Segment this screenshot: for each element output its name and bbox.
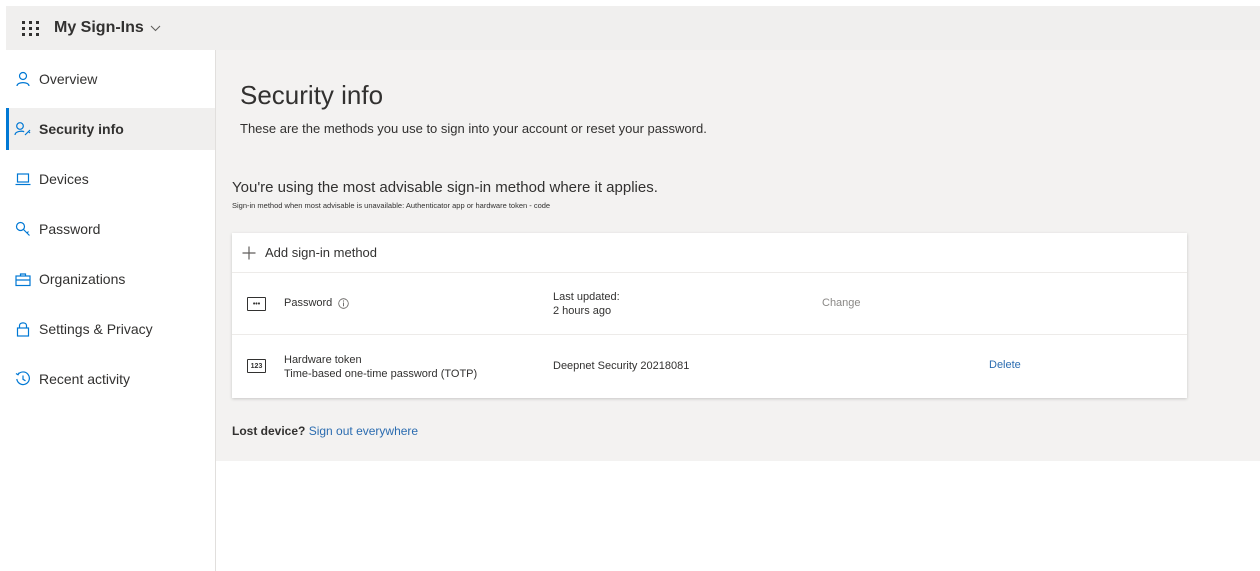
change-password-button[interactable]: Change bbox=[822, 297, 861, 309]
briefcase-icon bbox=[14, 270, 32, 288]
method-name-text: Password bbox=[284, 297, 333, 309]
last-updated-value: 2 hours ago bbox=[553, 305, 612, 317]
sidebar-item-label: Devices bbox=[39, 171, 89, 187]
person-icon bbox=[14, 70, 32, 88]
history-icon bbox=[14, 370, 32, 388]
method-subtitle: Time-based one-time password (TOTP) bbox=[284, 368, 478, 380]
page-subtitle: These are the methods you use to sign in… bbox=[240, 121, 707, 136]
sidebar-item-devices[interactable]: Devices bbox=[6, 158, 215, 200]
add-sign-in-method-button[interactable]: Add sign-in method bbox=[232, 233, 1187, 273]
lost-device-question: Lost device? bbox=[232, 424, 306, 438]
person-key-icon bbox=[14, 120, 32, 138]
methods-card: Add sign-in method ••• Password Last upd… bbox=[232, 233, 1187, 398]
delete-method-button[interactable]: Delete bbox=[989, 359, 1021, 371]
top-bar: My Sign-Ins bbox=[6, 6, 1260, 50]
sidebar-item-overview[interactable]: Overview bbox=[6, 58, 215, 100]
password-dots-icon: ••• bbox=[247, 297, 266, 311]
sidebar-item-label: Recent activity bbox=[39, 371, 131, 387]
sidebar-item-label: Organizations bbox=[39, 271, 126, 287]
sidebar-item-security-info[interactable]: Security info bbox=[6, 108, 215, 150]
plus-icon bbox=[242, 246, 256, 260]
app-launcher-icon[interactable] bbox=[22, 19, 40, 37]
last-updated-label: Last updated: bbox=[553, 291, 620, 303]
method-row-hardware-token: 123 Hardware token Time-based one-time p… bbox=[232, 335, 1187, 397]
sidebar-item-label: Password bbox=[39, 221, 101, 237]
info-icon[interactable] bbox=[338, 297, 350, 309]
app-title-dropdown[interactable]: My Sign-Ins bbox=[54, 19, 161, 37]
lock-icon bbox=[14, 320, 32, 338]
method-row-password: ••• Password Last updated: 2 hours ago C… bbox=[232, 273, 1187, 335]
sidebar-item-settings-privacy[interactable]: Settings & Privacy bbox=[6, 308, 215, 350]
chevron-down-icon bbox=[150, 25, 161, 32]
sidebar-item-label: Security info bbox=[39, 121, 124, 137]
page-title: Security info bbox=[240, 80, 384, 110]
app-title: My Sign-Ins bbox=[54, 19, 144, 36]
sidebar-item-label: Settings & Privacy bbox=[39, 321, 153, 337]
laptop-icon bbox=[14, 170, 32, 188]
method-name: Hardware token Time-based one-time passw… bbox=[284, 353, 477, 381]
method-detail: Last updated: 2 hours ago bbox=[553, 290, 620, 318]
lost-device-row: Lost device? Sign out everywhere bbox=[232, 424, 418, 438]
advisable-method-note: Sign-in method when most advisable is un… bbox=[232, 201, 551, 210]
method-detail: Deepnet Security 20218081 bbox=[553, 360, 690, 372]
key-icon bbox=[14, 220, 32, 238]
hardware-token-icon: 123 bbox=[247, 359, 266, 373]
advisable-method-heading: You're using the most advisable sign-in … bbox=[232, 179, 658, 196]
main-content: Security info These are the methods you … bbox=[216, 50, 1260, 461]
add-sign-in-method-label: Add sign-in method bbox=[265, 245, 378, 260]
sidebar-nav: Overview Security info Devices Password … bbox=[6, 50, 216, 571]
method-name: Password bbox=[284, 297, 350, 309]
sidebar-item-password[interactable]: Password bbox=[6, 208, 215, 250]
sidebar-item-organizations[interactable]: Organizations bbox=[6, 258, 215, 300]
method-name-text: Hardware token bbox=[284, 354, 362, 366]
sidebar-item-label: Overview bbox=[39, 71, 98, 87]
sidebar-item-recent-activity[interactable]: Recent activity bbox=[6, 358, 215, 400]
sign-out-everywhere-link[interactable]: Sign out everywhere bbox=[309, 424, 418, 438]
